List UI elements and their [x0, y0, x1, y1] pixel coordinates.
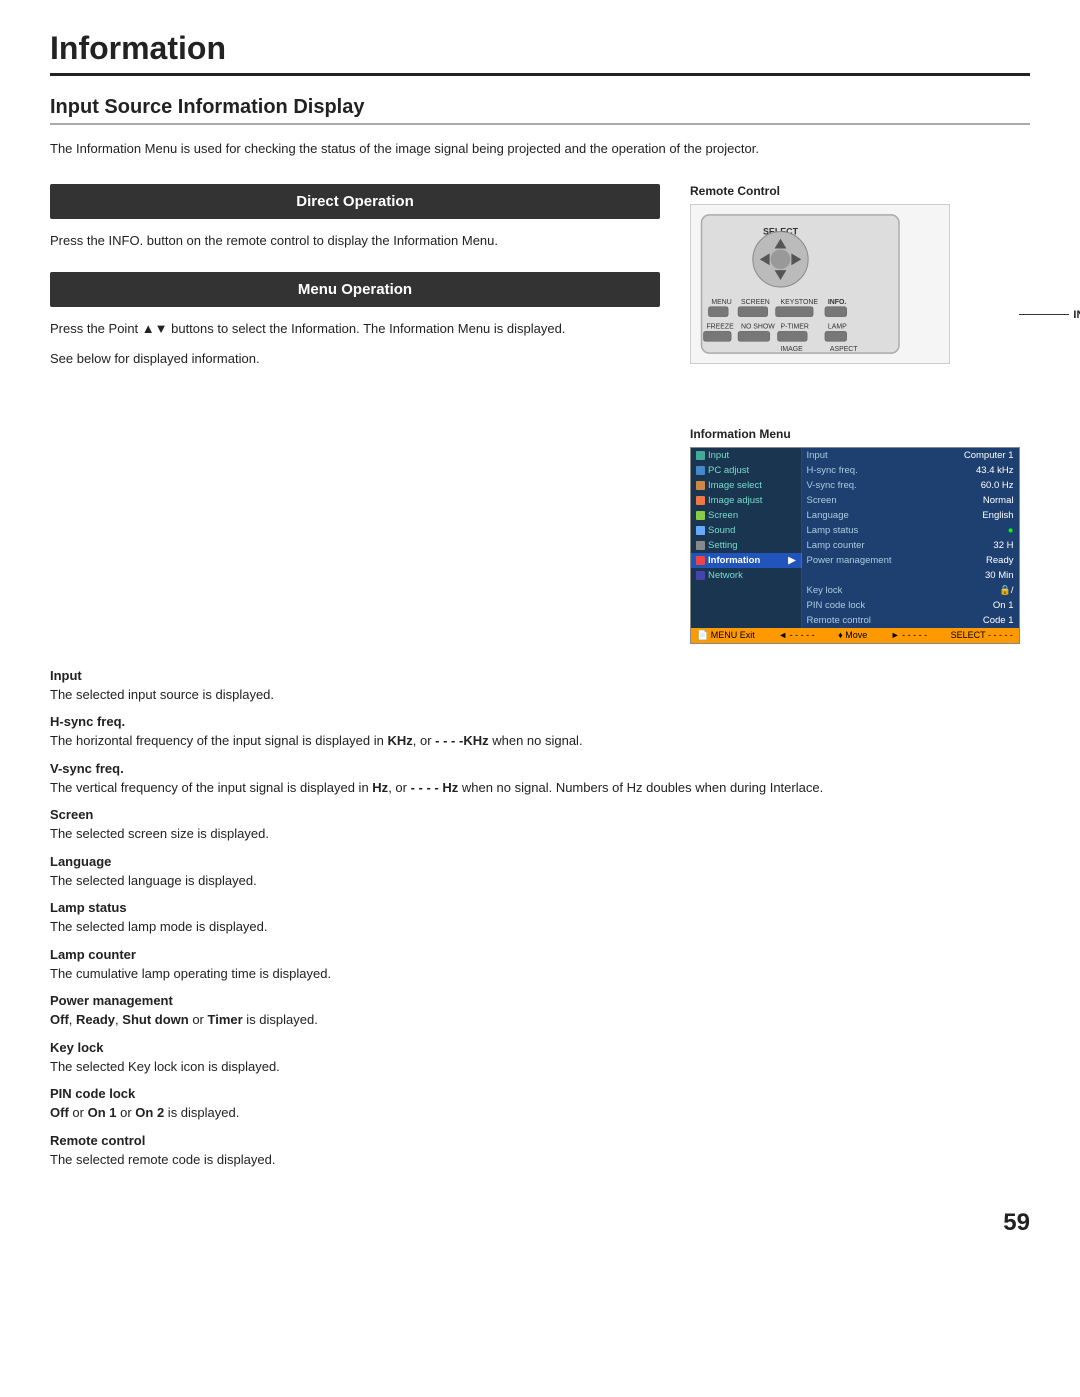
field-language-label: Language — [50, 854, 1030, 869]
field-hsync: H-sync freq. The horizontal frequency of… — [50, 714, 1030, 751]
left-column: Direct Operation Press the INFO. button … — [50, 184, 660, 390]
field-vsync-desc: The vertical frequency of the input sign… — [50, 778, 1030, 798]
field-pin-code-label: PIN code lock — [50, 1086, 1030, 1101]
section-title: Input Source Information Display — [50, 96, 1030, 125]
svg-text:MENU: MENU — [711, 299, 731, 306]
field-key-lock-desc: The selected Key lock icon is displayed. — [50, 1057, 1030, 1077]
field-remote-control-desc: The selected remote code is displayed. — [50, 1150, 1030, 1170]
info-menu-label: Information Menu — [690, 427, 1030, 441]
svg-text:FREEZE: FREEZE — [706, 323, 734, 330]
field-remote-control-label: Remote control — [50, 1133, 1030, 1148]
menu-operation-text: Press the Point ▲▼ buttons to select the… — [50, 319, 660, 340]
field-language: Language The selected language is displa… — [50, 854, 1030, 891]
field-key-lock: Key lock The selected Key lock icon is d… — [50, 1040, 1030, 1077]
field-power-mgmt-label: Power management — [50, 993, 1030, 1008]
field-screen-desc: The selected screen size is displayed. — [50, 824, 1030, 844]
svg-text:NO SHOW: NO SHOW — [741, 323, 775, 330]
field-key-lock-label: Key lock — [50, 1040, 1030, 1055]
svg-text:INFO.: INFO. — [828, 299, 846, 306]
field-lamp-status-desc: The selected lamp mode is displayed. — [50, 917, 1030, 937]
svg-text:ASPECT: ASPECT — [830, 346, 858, 353]
remote-control-diagram: SELECT MENU SCREEN KEYSTONE INFO. — [690, 204, 1030, 367]
direct-operation-box: Direct Operation — [50, 184, 660, 219]
page-footer: 59 — [50, 1209, 1030, 1237]
field-input-label: Input — [50, 668, 1030, 683]
field-input-desc: The selected input source is displayed. — [50, 685, 1030, 705]
fields-section: Input The selected input source is displ… — [50, 668, 1030, 1170]
field-lamp-status: Lamp status The selected lamp mode is di… — [50, 900, 1030, 937]
field-pin-code: PIN code lock Off or On 1 or On 2 is dis… — [50, 1086, 1030, 1123]
field-power-mgmt-desc: Off, Ready, Shut down or Timer is displa… — [50, 1010, 1030, 1030]
page-title: Information — [50, 30, 1030, 76]
field-input: Input The selected input source is displ… — [50, 668, 1030, 705]
svg-text:LAMP: LAMP — [828, 323, 847, 330]
field-screen-label: Screen — [50, 807, 1030, 822]
menu-operation-subtext: See below for displayed information. — [50, 349, 660, 370]
field-vsync: V-sync freq. The vertical frequency of t… — [50, 761, 1030, 798]
field-lamp-counter-label: Lamp counter — [50, 947, 1030, 962]
info-menu-table: Input Input Computer 1 PC adjust — [690, 447, 1020, 644]
field-remote-control: Remote control The selected remote code … — [50, 1133, 1030, 1170]
field-power-mgmt: Power management Off, Ready, Shut down o… — [50, 993, 1030, 1030]
field-language-desc: The selected language is displayed. — [50, 871, 1030, 891]
field-hsync-desc: The horizontal frequency of the input si… — [50, 731, 1030, 751]
field-pin-code-desc: Off or On 1 or On 2 is displayed. — [50, 1103, 1030, 1123]
svg-text:SCREEN: SCREEN — [741, 299, 770, 306]
right-column: Remote Control SELECT M — [690, 184, 1030, 644]
field-lamp-status-label: Lamp status — [50, 900, 1030, 915]
page-number: 59 — [1003, 1209, 1030, 1237]
field-vsync-label: V-sync freq. — [50, 761, 1030, 776]
field-screen: Screen The selected screen size is displ… — [50, 807, 1030, 844]
field-lamp-counter: Lamp counter The cumulative lamp operati… — [50, 947, 1030, 984]
svg-text:P-TIMER: P-TIMER — [781, 323, 809, 330]
info-button-label: INFO. button — [1073, 309, 1080, 321]
field-hsync-label: H-sync freq. — [50, 714, 1030, 729]
remote-control-label: Remote Control — [690, 184, 1030, 198]
svg-text:KEYSTONE: KEYSTONE — [781, 299, 819, 306]
field-lamp-counter-desc: The cumulative lamp operating time is di… — [50, 964, 1030, 984]
svg-text:IMAGE: IMAGE — [781, 346, 804, 353]
intro-text: The Information Menu is used for checkin… — [50, 139, 770, 160]
direct-operation-text: Press the INFO. button on the remote con… — [50, 231, 660, 252]
menu-operation-box: Menu Operation — [50, 272, 660, 307]
